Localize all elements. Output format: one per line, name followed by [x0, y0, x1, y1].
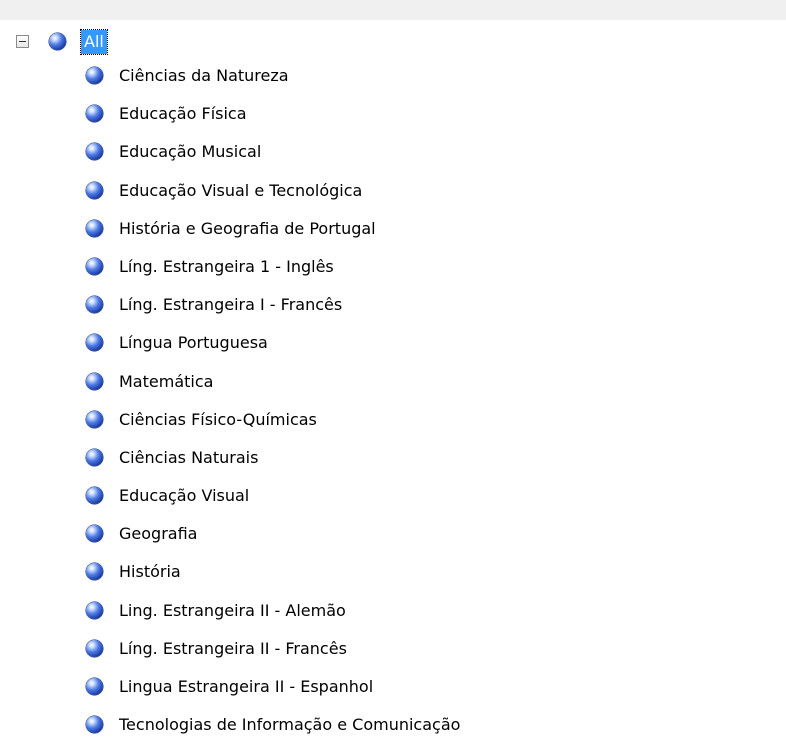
tree-node-label[interactable]: Líng. Estrangeira 1 - Inglês — [119, 256, 334, 278]
blue-sphere-icon — [86, 525, 103, 543]
blue-sphere-icon — [86, 563, 103, 581]
tree-node[interactable]: Ciências Físico-Químicas — [0, 402, 786, 440]
tree-node[interactable]: Geografia — [0, 516, 786, 554]
tree-node[interactable]: Educação Visual — [0, 478, 786, 516]
tree-children: Ciências da Natureza Educação Física Educa… — [0, 58, 786, 745]
tree-node-label[interactable]: Lingua Estrangeira II - Espanhol — [119, 676, 373, 698]
tree-node-label[interactable]: Líng. Estrangeira II - Francês — [119, 638, 347, 660]
tree-node[interactable]: Lingua Estrangeira II - Espanhol — [0, 669, 786, 707]
tree-node[interactable]: Líng. Estrangeira 1 - Inglês — [0, 249, 786, 287]
tree-node[interactable]: Educação Visual e Tecnológica — [0, 173, 786, 211]
tree-node-label[interactable]: Ciências da Natureza — [119, 65, 289, 87]
blue-sphere-icon — [86, 716, 103, 734]
blue-sphere-icon — [86, 105, 103, 123]
tree-node-label[interactable]: Geografia — [119, 523, 197, 545]
tree-node[interactable]: Língua Portuguesa — [0, 325, 786, 363]
tree-node[interactable]: Líng. Estrangeira I - Francês — [0, 287, 786, 325]
header-band — [0, 0, 786, 20]
blue-sphere-icon — [86, 639, 103, 657]
blue-sphere-icon — [86, 219, 103, 237]
blue-sphere-icon — [86, 448, 103, 466]
tree-node-label[interactable]: Educação Física — [119, 103, 247, 125]
tree-node-label[interactable]: Educação Visual — [119, 485, 249, 507]
tree-node-label[interactable]: História — [119, 561, 181, 583]
tree-node-label[interactable]: Matemática — [119, 371, 213, 393]
tree-node[interactable]: Matemática — [0, 364, 786, 402]
blue-sphere-icon — [86, 678, 103, 695]
tree-node-label[interactable]: Língua Portuguesa — [119, 332, 268, 354]
subject-tree: All Ciências da Natureza Educação Física E… — [0, 20, 786, 745]
tree-node-label[interactable]: Tecnologias de Informação e Comunicação — [119, 714, 460, 736]
tree-node[interactable]: Educação Física — [0, 96, 786, 134]
tree-node[interactable]: Ling. Estrangeira II - Alemão — [0, 593, 786, 631]
tree-node-label[interactable]: Educação Visual e Tecnológica — [119, 180, 362, 202]
tree-node-label[interactable]: Ciências Naturais — [119, 447, 258, 469]
tree-node-label[interactable]: Ciências Físico-Químicas — [119, 409, 317, 431]
tree-node-label[interactable]: Educação Musical — [119, 141, 261, 163]
blue-sphere-icon — [86, 334, 103, 352]
tree-node[interactable]: Líng. Estrangeira II - Francês — [0, 631, 786, 669]
tree-node[interactable]: Ciências da Natureza — [0, 58, 786, 96]
tree-root-node[interactable]: All — [0, 26, 786, 58]
tree-node-label[interactable]: Líng. Estrangeira I - Francês — [119, 294, 342, 316]
blue-sphere-icon — [86, 372, 103, 390]
blue-sphere-icon — [86, 67, 103, 84]
tree-node-label[interactable]: História e Geografia de Portugal — [119, 218, 376, 240]
tree-node[interactable]: Tecnologias de Informação e Comunicação — [0, 707, 786, 745]
tree-node[interactable]: História — [0, 554, 786, 592]
tree-root-label[interactable]: All — [80, 29, 108, 55]
blue-sphere-icon — [86, 181, 103, 199]
blue-sphere-icon — [86, 487, 103, 505]
tree-node[interactable]: História e Geografia de Portugal — [0, 211, 786, 249]
blue-sphere-icon — [86, 296, 103, 314]
tree-node[interactable]: Ciências Naturais — [0, 440, 786, 478]
collapse-toggle-icon[interactable] — [16, 35, 29, 48]
tree-node[interactable]: Educação Musical — [0, 134, 786, 172]
blue-sphere-icon — [86, 143, 103, 161]
tree-node-label[interactable]: Ling. Estrangeira II - Alemão — [119, 600, 346, 622]
blue-sphere-icon — [86, 410, 103, 428]
blue-sphere-icon — [86, 601, 103, 619]
blue-sphere-icon — [49, 33, 66, 50]
blue-sphere-icon — [86, 257, 103, 275]
